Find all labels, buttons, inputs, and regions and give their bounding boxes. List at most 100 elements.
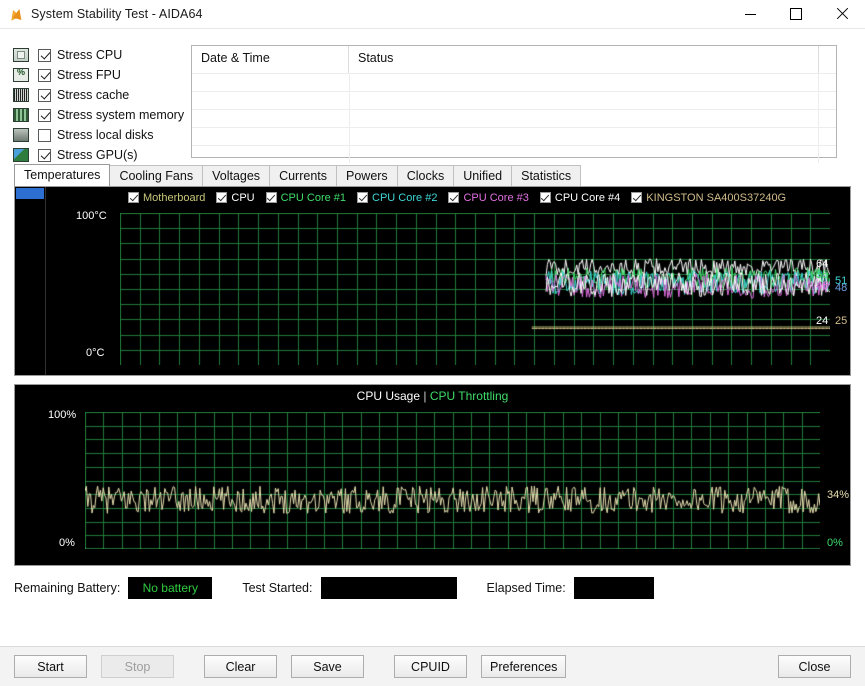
legend-checkbox-kingston-ssd[interactable] xyxy=(631,192,643,203)
cell-status xyxy=(350,128,819,145)
legend-item-cpu[interactable]: CPU xyxy=(216,191,255,204)
cell-datetime xyxy=(192,128,350,145)
legend-item-cpu-core-4[interactable]: CPU Core #4 xyxy=(539,191,621,204)
cpu-usage-title-label: CPU Usage xyxy=(356,389,421,403)
legend-checkbox-cpu-core-3[interactable] xyxy=(448,192,460,203)
stress-option-memory[interactable]: Stress system memory xyxy=(13,105,184,125)
minimize-button[interactable] xyxy=(727,0,773,28)
event-log-table[interactable]: Date & Time Status xyxy=(191,45,837,163)
legend-label-cpu-core-1: CPU Core #1 xyxy=(280,191,347,204)
clear-button[interactable]: Clear xyxy=(204,655,277,678)
cpuid-button[interactable]: CPUID xyxy=(394,655,467,678)
legend-item-motherboard[interactable]: Motherboard xyxy=(128,192,205,204)
footer-button-bar: Start Stop Clear Save CPUID Preferences … xyxy=(0,646,865,686)
sensor-selection-swatch xyxy=(16,188,44,199)
temperature-chart-panel[interactable]: Motherboard CPU CPU Core #1 CPU Core #2 … xyxy=(14,186,851,376)
cell-spacer xyxy=(819,74,836,91)
tab-statistics[interactable]: Statistics xyxy=(511,165,582,186)
start-button[interactable]: Start xyxy=(14,655,87,678)
stress-cpu-checkbox[interactable] xyxy=(38,48,51,62)
tab-voltages[interactable]: Voltages xyxy=(202,165,271,186)
cell-datetime xyxy=(192,92,350,109)
stress-fpu-checkbox[interactable] xyxy=(38,68,51,82)
cpu-icon xyxy=(13,48,29,62)
elapsed-time-label: Elapsed Time: xyxy=(486,581,566,595)
stress-memory-checkbox[interactable] xyxy=(38,108,51,122)
save-button[interactable]: Save xyxy=(291,655,364,678)
legend-checkbox-cpu-core-1[interactable] xyxy=(265,192,277,203)
event-log-rows xyxy=(192,73,836,163)
elapsed-time-field xyxy=(573,577,654,599)
cache-icon xyxy=(13,88,29,102)
legend-label-motherboard: Motherboard xyxy=(143,191,206,204)
close-icon xyxy=(836,8,848,20)
close-button[interactable]: Close xyxy=(778,655,851,678)
legend-label-cpu-core-4: CPU Core #4 xyxy=(554,191,621,204)
cpu-usage-chart-title: CPU Usage | CPU Throttling xyxy=(15,389,850,403)
cpu-usage-chart-panel[interactable]: CPU Usage | CPU Throttling 100% 0% 34% 0… xyxy=(14,384,851,566)
maximize-icon xyxy=(790,8,802,20)
test-started-field xyxy=(320,577,457,599)
table-row[interactable] xyxy=(192,145,836,163)
stress-cpu-label: Stress CPU xyxy=(57,48,123,62)
usage-y-axis-min: 0% xyxy=(59,537,75,549)
table-row[interactable] xyxy=(192,127,836,145)
tab-temperatures[interactable]: Temperatures xyxy=(14,164,111,186)
tab-unified[interactable]: Unified xyxy=(453,165,513,186)
cpu-throttling-title-label: CPU Throttling xyxy=(429,389,509,403)
temperature-graph-canvas xyxy=(120,213,830,365)
status-strip: Remaining Battery: No battery Test Start… xyxy=(14,576,851,600)
stress-option-cpu[interactable]: Stress CPU xyxy=(13,45,179,65)
event-log-body xyxy=(192,73,836,163)
legend-label-cpu: CPU xyxy=(231,191,255,204)
legend-checkbox-cpu-core-4[interactable] xyxy=(539,192,551,203)
usage-y-axis-max: 100% xyxy=(48,409,77,421)
table-row[interactable] xyxy=(192,73,836,91)
stress-option-fpu[interactable]: Stress FPU xyxy=(13,65,179,85)
legend-item-kingston-ssd[interactable]: KINGSTON SA400S37240G xyxy=(631,192,786,204)
tab-powers[interactable]: Powers xyxy=(336,165,398,186)
legend-checkbox-cpu[interactable] xyxy=(216,192,228,203)
stress-option-cache[interactable]: Stress cache xyxy=(13,85,179,105)
cpu-usage-current-value: 34% xyxy=(827,489,850,501)
memory-icon xyxy=(13,108,29,122)
stress-option-disks[interactable]: Stress local disks xyxy=(13,125,179,145)
stress-memory-label: Stress system memory xyxy=(57,108,185,122)
maximize-button[interactable] xyxy=(773,0,819,28)
cell-spacer xyxy=(819,128,836,145)
window-title: System Stability Test - AIDA64 xyxy=(31,7,203,21)
legend-label-cpu-core-3: CPU Core #3 xyxy=(463,191,529,204)
title-bar: System Stability Test - AIDA64 xyxy=(0,0,865,29)
remaining-battery-value: No battery xyxy=(142,581,198,595)
column-header-status[interactable]: Status xyxy=(349,46,819,73)
legend-checkbox-motherboard[interactable] xyxy=(128,192,139,203)
temperature-sensor-sidebar[interactable] xyxy=(15,187,46,375)
stress-cache-checkbox[interactable] xyxy=(38,88,51,102)
temperature-value-core-3: 46 xyxy=(816,280,829,292)
table-row[interactable] xyxy=(192,109,836,127)
temperature-value-ssd: 25 xyxy=(835,315,848,327)
tab-cooling-fans[interactable]: Cooling Fans xyxy=(109,165,204,186)
legend-item-cpu-core-2[interactable]: CPU Core #2 xyxy=(357,192,437,204)
stress-option-gpu[interactable]: Stress GPU(s) xyxy=(13,145,179,165)
temperature-legend: Motherboard CPU CPU Core #1 CPU Core #2 … xyxy=(46,189,850,206)
column-header-datetime[interactable]: Date & Time xyxy=(192,46,349,73)
legend-item-cpu-core-3[interactable]: CPU Core #3 xyxy=(448,191,529,204)
aida64-logo-icon xyxy=(8,6,24,22)
column-header-spacer xyxy=(819,46,836,73)
legend-item-cpu-core-1[interactable]: CPU Core #1 xyxy=(265,191,347,204)
test-started-label: Test Started: xyxy=(242,581,313,595)
table-row[interactable] xyxy=(192,91,836,109)
minimize-icon xyxy=(744,13,756,15)
stress-disks-checkbox[interactable] xyxy=(38,128,51,142)
fpu-icon xyxy=(13,67,29,82)
preferences-button[interactable]: Preferences xyxy=(481,655,567,678)
stress-options-list: Stress CPU Stress FPU Stress cache Stres… xyxy=(13,45,184,162)
close-window-button[interactable] xyxy=(819,0,865,28)
temperature-value-motherboard: 24 xyxy=(816,315,829,327)
tab-clocks[interactable]: Clocks xyxy=(396,165,455,186)
stress-gpu-checkbox[interactable] xyxy=(38,148,51,162)
cell-spacer xyxy=(819,92,836,109)
legend-checkbox-cpu-core-2[interactable] xyxy=(357,192,369,203)
tab-currents[interactable]: Currents xyxy=(269,165,337,186)
